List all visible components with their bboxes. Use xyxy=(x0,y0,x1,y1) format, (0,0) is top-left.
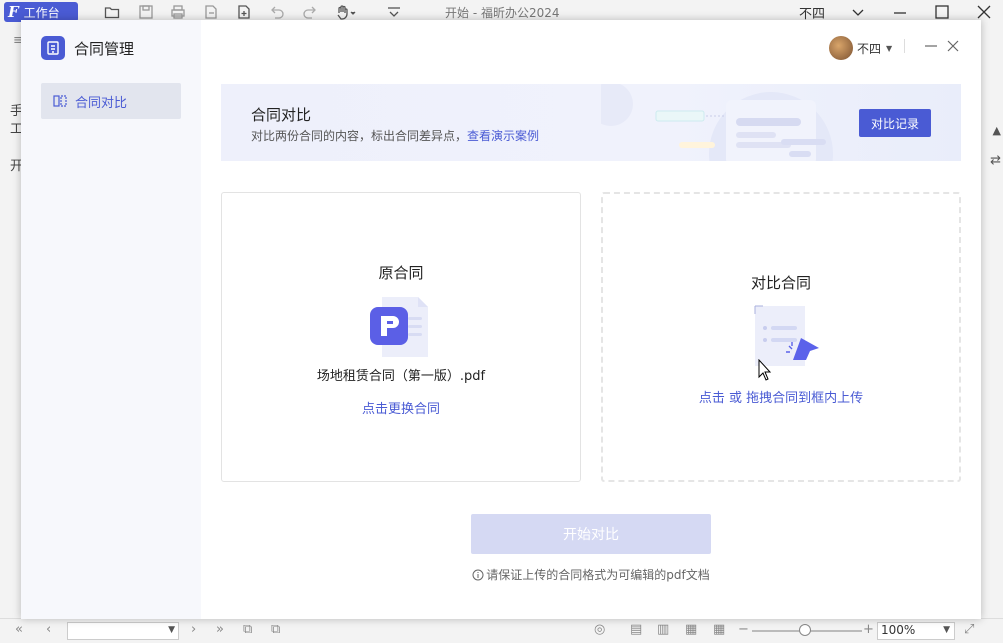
last-page-icon[interactable]: » xyxy=(216,622,224,637)
zoom-value: 100% xyxy=(881,623,916,637)
info-icon xyxy=(472,569,484,580)
maximize-icon[interactable] xyxy=(932,2,952,22)
dialog-sidebar: 合同管理 合同对比 xyxy=(21,20,201,619)
open-folder-icon[interactable] xyxy=(104,4,120,20)
caret-down-icon: ▼ xyxy=(943,625,950,635)
close-icon[interactable] xyxy=(974,2,994,22)
divider xyxy=(904,39,905,53)
first-page-icon[interactable]: « xyxy=(15,622,23,637)
next-page-icon[interactable]: › xyxy=(191,622,196,637)
new-file-icon[interactable] xyxy=(236,4,252,20)
sidebar-title: 合同管理 xyxy=(74,39,135,58)
sidebar-header: 合同管理 xyxy=(41,36,134,60)
pdf-file-icon xyxy=(370,297,428,357)
hand-tool-icon[interactable] xyxy=(335,4,357,20)
continuous-facing-icon[interactable]: ▦ xyxy=(713,622,725,637)
redo-icon[interactable] xyxy=(302,4,318,20)
original-file-name: 场地租赁合同（第一版）.pdf xyxy=(316,369,486,384)
export-icon[interactable] xyxy=(203,4,219,20)
format-note: 请保证上传的合同格式为可编辑的pdf文档 xyxy=(471,566,711,583)
minimize-icon[interactable] xyxy=(890,2,910,22)
zoom-select[interactable]: 100% ▼ xyxy=(877,622,955,640)
dialog-user-menu[interactable]: 不四 ▼ xyxy=(829,36,892,60)
replace-contract-link[interactable]: 点击更换合同 xyxy=(222,398,580,417)
compare-icon xyxy=(53,95,67,107)
compare-banner: 合同对比 对比两份合同的内容，标出合同差异点，查看演示案例 对比记录 xyxy=(221,84,961,161)
next-view-icon[interactable]: ⧉ xyxy=(271,622,280,637)
zoom-slider-handle[interactable] xyxy=(799,624,811,636)
foxit-logo-icon: F xyxy=(8,3,19,21)
undo-icon[interactable] xyxy=(269,4,285,20)
demo-case-link[interactable]: 查看演示案例 xyxy=(467,129,539,143)
workbench-button[interactable]: F 工作台 xyxy=(4,2,78,22)
workbench-label: 工作台 xyxy=(23,5,60,20)
save-icon[interactable] xyxy=(138,4,154,20)
banner-description: 对比两份合同的内容，标出合同差异点，查看演示案例 xyxy=(251,127,539,144)
contract-management-icon xyxy=(41,36,65,60)
previous-page-icon[interactable]: ‹ xyxy=(46,622,51,637)
reading-mode-icon[interactable]: ◎ xyxy=(594,622,605,637)
facing-page-icon[interactable]: ▦ xyxy=(685,622,697,637)
mouse-cursor-icon xyxy=(758,359,772,381)
customize-toolbar-icon[interactable] xyxy=(386,4,402,20)
compare-contract-dropzone[interactable]: 对比合同 点击 或 拖拽合同到框内上传 xyxy=(601,192,961,482)
app-title: 开始 - 福昕办公2024 xyxy=(445,6,560,20)
format-note-text: 请保证上传的合同格式为可编辑的pdf文档 xyxy=(486,568,710,582)
compare-contract-title: 对比合同 xyxy=(750,274,811,292)
single-page-icon[interactable]: ▤ xyxy=(630,622,642,637)
contract-management-dialog: 合同管理 合同对比 不四 ▼ 合同对比 对比两份合同的内容，标出合同差异点，查看… xyxy=(21,20,981,619)
banner-description-text: 对比两份合同的内容，标出合同差异点， xyxy=(251,129,468,143)
dialog-close-icon[interactable] xyxy=(946,39,960,53)
scroll-up-icon[interactable]: ▲ xyxy=(993,124,1001,137)
continuous-page-icon[interactable]: ▥ xyxy=(657,622,669,637)
compare-record-button[interactable]: 对比记录 xyxy=(859,109,931,137)
chevron-down-icon[interactable] xyxy=(848,2,868,22)
original-contract-card[interactable]: 原合同 场地租赁合同（第一版）.pdf 点击更换合同 xyxy=(221,192,581,482)
dialog-minimize-icon[interactable] xyxy=(924,39,938,53)
dialog-user-name: 不四 xyxy=(857,41,882,56)
original-contract-title: 原合同 xyxy=(378,264,424,282)
app-statusbar: « ‹ ▼ › » ⧉ ⧉ ◎ ▤ ▥ ▦ ▦ − + 100% ▼ ⤢ xyxy=(0,618,1003,643)
upload-hint-link[interactable]: 点击 或 拖拽合同到框内上传 xyxy=(603,387,959,406)
page-number-input[interactable]: ▼ xyxy=(67,622,179,640)
fullscreen-icon[interactable]: ⤢ xyxy=(964,622,974,637)
print-icon[interactable] xyxy=(170,4,186,20)
zoom-in-icon[interactable]: + xyxy=(863,622,874,637)
sidebar-item-label: 合同对比 xyxy=(75,95,128,111)
start-compare-button[interactable]: 开始对比 xyxy=(471,514,711,554)
sync-icon[interactable]: ⇄ xyxy=(990,153,1001,168)
zoom-out-icon[interactable]: − xyxy=(738,622,749,637)
caret-down-icon: ▼ xyxy=(168,625,175,635)
avatar xyxy=(829,36,853,60)
sidebar-item-contract-compare[interactable]: 合同对比 xyxy=(41,83,181,119)
caret-down-icon: ▼ xyxy=(886,43,893,53)
banner-title: 合同对比 xyxy=(251,106,312,124)
previous-view-icon[interactable]: ⧉ xyxy=(243,622,252,637)
